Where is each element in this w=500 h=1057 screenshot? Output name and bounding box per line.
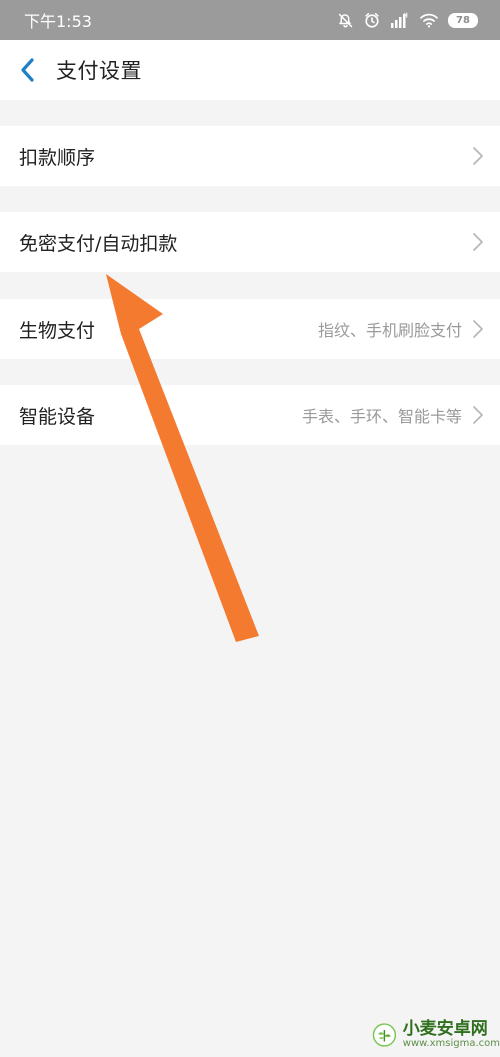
chevron-right-icon: [473, 406, 483, 424]
settings-row-label: 智能设备: [19, 405, 96, 428]
back-chevron-icon: [21, 58, 34, 82]
settings-row-right: 手表、手环、智能卡等: [302, 403, 484, 427]
settings-row-biometric-payment[interactable]: 生物支付 指纹、手机刷脸支付: [0, 299, 500, 359]
watermark-logo-icon: [372, 1023, 397, 1047]
alarm-icon: [363, 11, 381, 29]
settings-row-detail: 指纹、手机刷脸支付: [317, 321, 462, 340]
chevron-right-icon: [473, 320, 483, 338]
settings-row-right: 指纹、手机刷脸支付: [318, 317, 484, 341]
mute-icon: [337, 12, 354, 29]
status-bar: 下午1:53 78: [0, 0, 500, 40]
watermark-text: 小麦安卓网 www.xmsigma.com: [402, 1018, 500, 1049]
settings-row-right: [462, 146, 484, 166]
chevron-right-icon: [473, 147, 483, 165]
settings-row-right: [462, 232, 484, 252]
back-button[interactable]: [0, 40, 56, 100]
watermark-name: 小麦安卓网: [402, 1018, 488, 1039]
battery-icon: 78: [448, 12, 478, 28]
page-title: 支付设置: [56, 59, 142, 83]
settings-row-label: 免密支付/自动扣款: [19, 232, 178, 255]
status-icons: 78: [337, 11, 478, 29]
settings-row-label: 扣款顺序: [19, 146, 96, 169]
wifi-icon: [419, 12, 439, 28]
watermark-url: www.xmsigma.com: [402, 1037, 500, 1049]
signal-icon: [390, 12, 410, 29]
settings-row-password-free-payment[interactable]: 免密支付/自动扣款: [0, 212, 500, 272]
watermark: 小麦安卓网 www.xmsigma.com: [368, 1013, 500, 1057]
chevron-right-icon: [473, 233, 483, 251]
settings-row-smart-devices[interactable]: 智能设备 手表、手环、智能卡等: [0, 385, 500, 445]
settings-row-label: 生物支付: [19, 319, 96, 342]
settings-row-detail: 手表、手环、智能卡等: [301, 407, 462, 426]
settings-row-deduction-order[interactable]: 扣款顺序: [0, 126, 500, 186]
status-time: 下午1:53: [24, 12, 92, 31]
navigation-bar: 支付设置: [0, 40, 500, 100]
